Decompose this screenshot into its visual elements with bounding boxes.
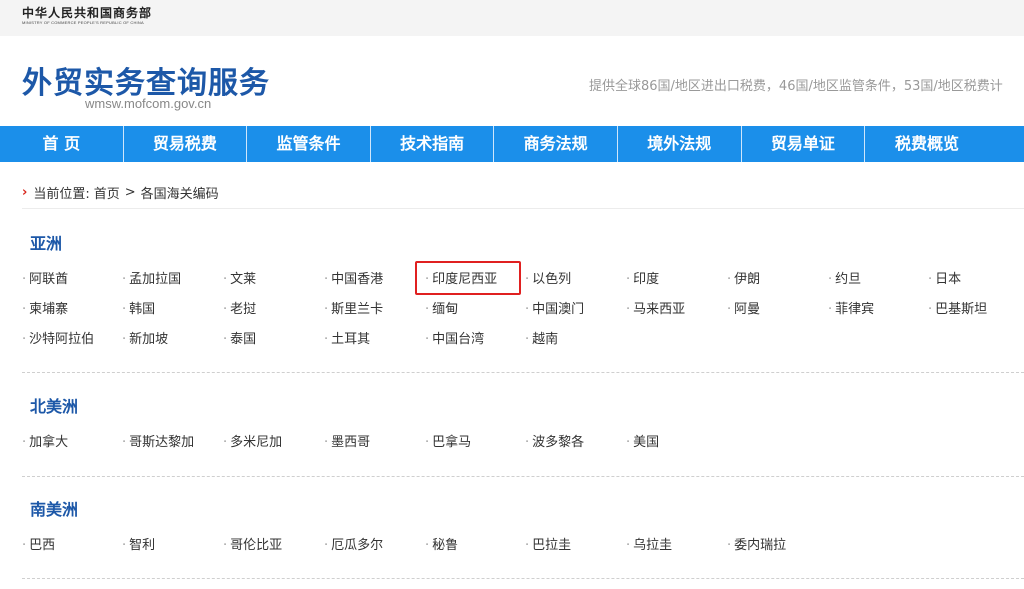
country-link[interactable]: · 以色列 [525,272,571,288]
country-link[interactable]: · 美国 [626,435,659,451]
country-link[interactable]: · 波多黎各 [525,435,584,451]
country-link[interactable]: · 厄瓜多尔 [324,538,383,554]
site-intro: 提供全球86国/地区进出口税费，46国/地区监管条件，53国/地区税费计 [589,79,1003,94]
nav-home[interactable]: 首 页 [0,126,124,162]
region-divider [22,578,1024,579]
country-link[interactable]: · 多米尼加 [223,435,282,451]
country-link[interactable]: · 阿联酋 [22,272,68,288]
site-header: 外贸实务查询服务 wmsw.mofcom.gov.cn 提供全球86国/地区进出… [0,36,1024,126]
country-link[interactable]: · 墨西哥 [324,435,370,451]
country-link[interactable]: · 土耳其 [324,332,370,348]
country-link[interactable]: · 日本 [928,272,961,288]
nav-technical-guide[interactable]: 技术指南 [371,126,495,162]
breadcrumb: › 当前位置: 首页 > 各国海关编码 [22,183,219,202]
region-title-north-america: 北美洲 [30,397,79,416]
country-link[interactable]: · 智利 [122,538,155,554]
breadcrumb-separator: > [124,185,136,200]
country-link[interactable]: · 巴西 [22,538,55,554]
main-nav: 首 页 贸易税费 监管条件 技术指南 商务法规 境外法规 贸易单证 税费概览 [0,126,1024,162]
site-domain: wmsw.mofcom.gov.cn [85,96,212,111]
country-link[interactable]: · 韩国 [122,302,155,318]
country-link[interactable]: · 印度 [626,272,659,288]
country-link-highlighted[interactable]: · 印度尼西亚 [414,261,522,295]
nav-foreign-law[interactable]: 境外法规 [618,126,742,162]
breadcrumb-current: 各国海关编码 [140,187,219,202]
country-link[interactable]: · 中国澳门 [525,302,584,318]
country-link[interactable]: · 老挝 [223,302,256,318]
country-link[interactable]: · 缅甸 [425,302,458,318]
country-link[interactable]: · 马来西亚 [626,302,685,318]
country-link[interactable]: · 孟加拉国 [122,272,181,288]
country-link[interactable]: · 文莱 [223,272,256,288]
country-link[interactable]: · 巴基斯坦 [928,302,987,318]
breadcrumb-home-link[interactable]: 首页 [94,183,120,202]
country-link[interactable]: · 沙特阿拉伯 [22,332,94,348]
country-link[interactable]: · 巴拉圭 [525,538,571,554]
country-link[interactable]: · 哥伦比亚 [223,538,282,554]
chevron-right-icon: › [22,185,28,200]
country-link[interactable]: · 哥斯达黎加 [122,435,194,451]
country-link[interactable]: · 柬埔寨 [22,302,68,318]
country-link[interactable]: · 泰国 [223,332,256,348]
region-title-asia: 亚洲 [30,234,63,253]
country-link[interactable]: · 伊朗 [727,272,760,288]
region-divider [22,476,1024,477]
breadcrumb-divider [22,208,1024,209]
ministry-logo[interactable]: 中华人民共和国商务部 MINISTRY OF COMMERCE PEOPLE'S… [22,6,152,26]
country-link[interactable]: · 中国香港 [324,272,383,288]
region-south-america: 南美洲 · 巴西 · 智利 · 哥伦比亚 · 厄瓜多尔 · 秘鲁 · 巴拉圭 · 乌拉圭 · 委… [22,500,1024,553]
region-north-america: 北美洲 · 加拿大 · 哥斯达黎加 · 多米尼加 · 墨西哥 · 巴拿马 · 波多黎各 · 美… [22,397,1024,450]
country-link[interactable]: · 阿曼 [727,302,760,318]
nav-trade-documents[interactable]: 贸易单证 [742,126,866,162]
country-link[interactable]: · 巴拿马 [425,435,471,451]
country-link[interactable]: · 委内瑞拉 [727,538,786,554]
ministry-bar: 中华人民共和国商务部 MINISTRY OF COMMERCE PEOPLE'S… [0,0,1024,36]
country-link[interactable]: · 加拿大 [22,435,68,451]
nav-tax-overview[interactable]: 税费概览 [865,126,989,162]
ministry-name-en: MINISTRY OF COMMERCE PEOPLE'S REPUBLIC O… [22,20,144,25]
region-asia: 亚洲 · 阿联酋 · 孟加拉国 · 文莱 · 中国香港 · 印度尼西亚 · 以色列 · 印度 … [22,234,1024,347]
country-link[interactable]: · 中国台湾 [425,332,484,348]
ministry-name-cn: 中华人民共和国商务部 [22,6,153,20]
region-title-south-america: 南美洲 [30,500,79,519]
breadcrumb-prefix: 当前位置: [33,187,90,202]
nav-regulatory-conditions[interactable]: 监管条件 [247,126,371,162]
country-link[interactable]: · 斯里兰卡 [324,302,383,318]
region-divider [22,372,1024,373]
country-link[interactable]: · 越南 [525,332,558,348]
nav-trade-tax[interactable]: 贸易税费 [124,126,248,162]
country-link[interactable]: · 乌拉圭 [626,538,672,554]
country-link[interactable]: · 约旦 [828,272,861,288]
country-link[interactable]: · 菲律宾 [828,302,874,318]
country-link[interactable]: · 新加坡 [122,332,168,348]
nav-commerce-law[interactable]: 商务法规 [494,126,618,162]
country-link[interactable]: · 秘鲁 [425,538,458,554]
